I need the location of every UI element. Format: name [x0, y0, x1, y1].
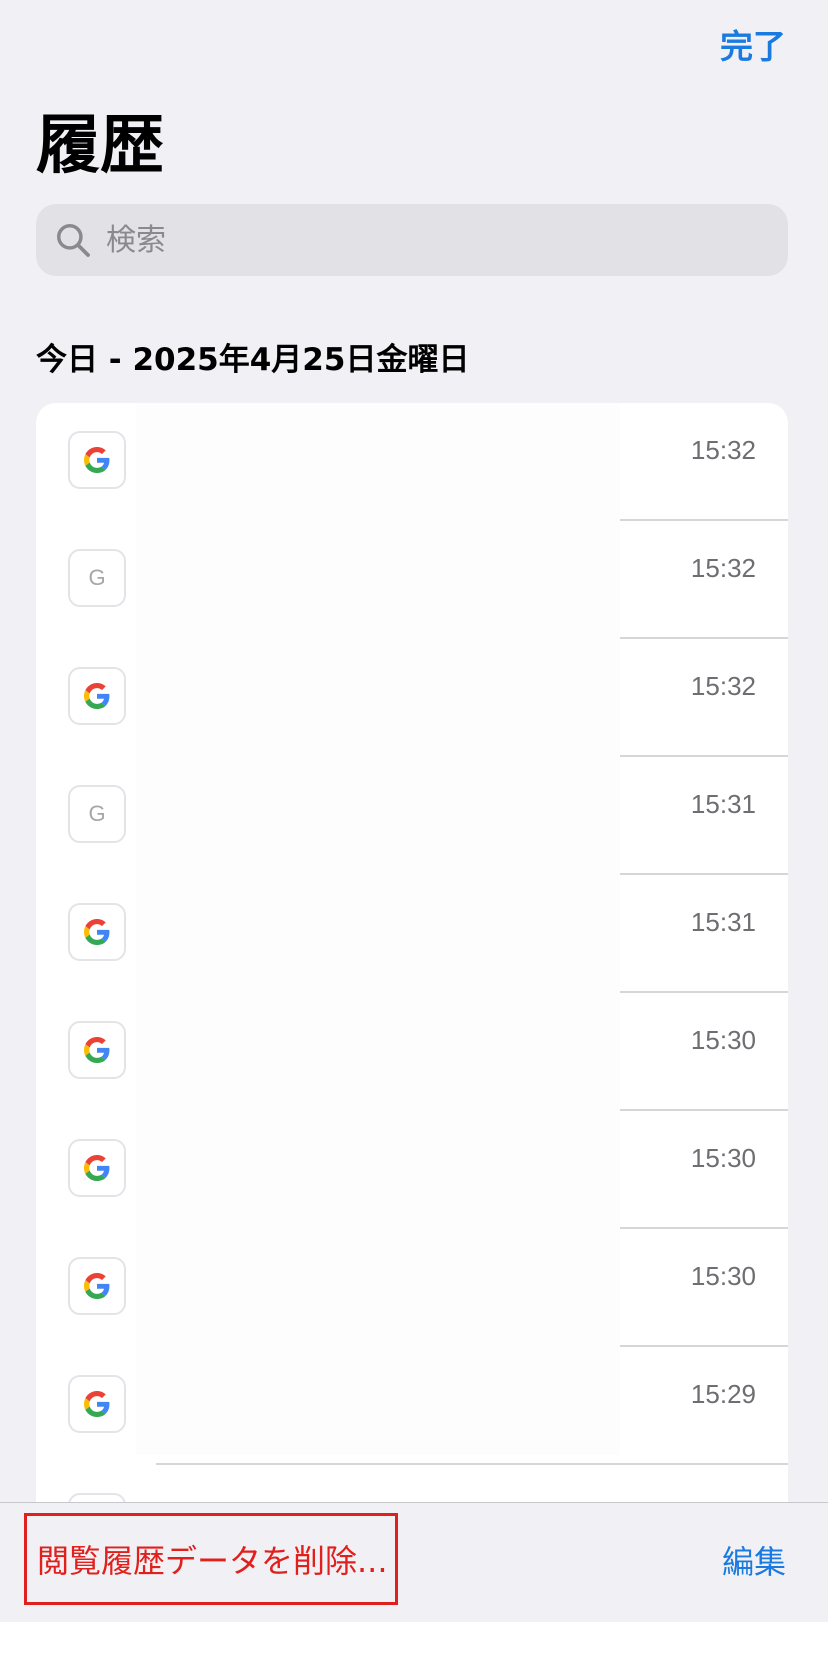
- visit-time: 15:32: [690, 435, 756, 465]
- search-bar[interactable]: [36, 204, 788, 276]
- visit-time: 15:30: [690, 1143, 756, 1173]
- google-color-icon: [68, 1375, 126, 1433]
- history-row[interactable]: 15:32: [36, 639, 788, 757]
- visit-time: 15:32: [690, 553, 756, 583]
- visit-time: 15:29: [690, 1379, 756, 1409]
- google-color-icon: [68, 431, 126, 489]
- google-color-icon: [68, 1139, 126, 1197]
- google-color-icon: [68, 1257, 126, 1315]
- history-row[interactable]: G 15:32: [36, 521, 788, 639]
- clear-history-label: 閲覧履歴データを削除...: [37, 1542, 388, 1580]
- google-color-icon: [68, 1021, 126, 1079]
- visit-time: 15:32: [690, 671, 756, 701]
- search-input[interactable]: [104, 209, 748, 271]
- visit-time: 15:30: [690, 1261, 756, 1291]
- edit-button[interactable]: 編集: [722, 1537, 786, 1583]
- history-row[interactable]: 15:29: [36, 1347, 788, 1465]
- done-button[interactable]: 完了: [720, 20, 786, 68]
- history-screen: 完了 履歴 今日 - 2025年4月25日金曜日 15:32 G 15:32: [0, 0, 828, 1622]
- bottom-toolbar: 閲覧履歴データを削除... 編集: [0, 1502, 828, 1622]
- history-row[interactable]: 15:32: [36, 403, 788, 521]
- history-row[interactable]: 15:30: [36, 993, 788, 1111]
- visit-time: 15:31: [690, 789, 756, 819]
- search-icon: [57, 224, 90, 257]
- visit-time: 15:31: [690, 907, 756, 937]
- history-row[interactable]: G 15:31: [36, 757, 788, 875]
- google-plain-icon: G: [68, 785, 126, 843]
- history-row[interactable]: 15:31: [36, 875, 788, 993]
- page-title: 履歴: [36, 109, 164, 183]
- google-plain-icon: G: [68, 549, 126, 607]
- visit-time: 15:30: [690, 1025, 756, 1055]
- history-row-partial[interactable]: [36, 1465, 788, 1503]
- history-list[interactable]: 15:32 G 15:32 15:32 G 15:31 15:31 15:30 …: [36, 403, 788, 1503]
- history-row[interactable]: 15:30: [36, 1229, 788, 1347]
- google-color-icon: [68, 667, 126, 725]
- history-row[interactable]: 15:30: [36, 1111, 788, 1229]
- section-header-today: 今日 - 2025年4月25日金曜日: [36, 342, 470, 378]
- google-color-icon: [68, 903, 126, 961]
- clear-history-button[interactable]: 閲覧履歴データを削除...: [24, 1513, 398, 1605]
